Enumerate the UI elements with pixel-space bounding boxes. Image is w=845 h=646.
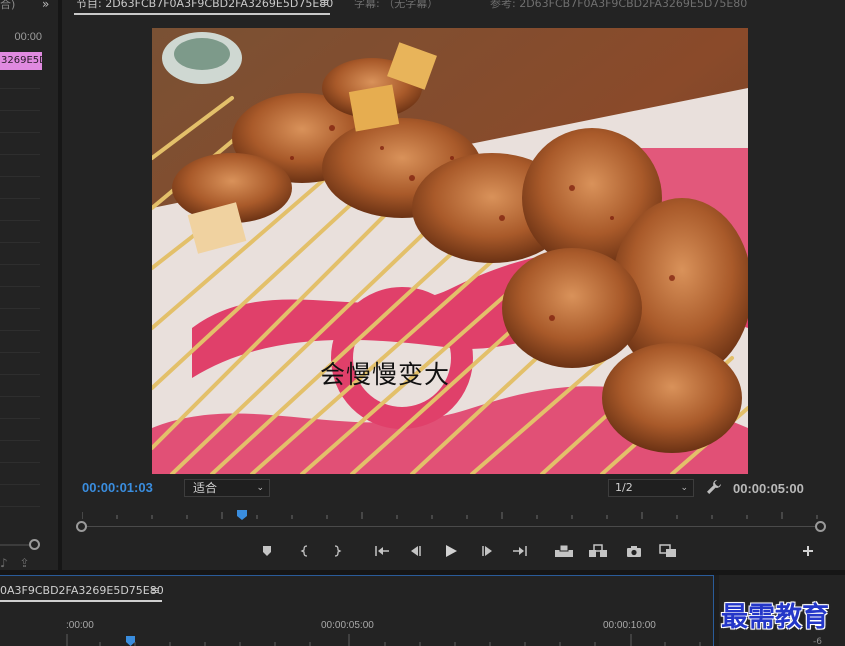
zoom-level-value: 适合 xyxy=(193,481,218,495)
export-frame-button[interactable] xyxy=(622,540,646,562)
step-back-button[interactable] xyxy=(404,540,428,562)
divider xyxy=(0,506,40,507)
zoom-scroll-track[interactable] xyxy=(82,526,820,527)
camera-icon xyxy=(627,545,641,557)
playhead-marker-icon[interactable] xyxy=(236,509,248,521)
add-marker-icon xyxy=(263,546,271,556)
divider xyxy=(0,396,40,397)
divider xyxy=(0,220,40,221)
divider xyxy=(0,308,40,309)
monitor-time-ruler[interactable] xyxy=(82,506,822,536)
source-clip[interactable]: 3269E5D xyxy=(0,52,42,70)
comparison-view-button[interactable] xyxy=(656,540,680,562)
divider xyxy=(0,330,40,331)
divider xyxy=(0,198,40,199)
panel-timecode: 00:00 xyxy=(14,31,42,43)
divider xyxy=(0,374,40,375)
audio-meter-panel: 最需教育 -6 xyxy=(719,575,845,646)
video-frame[interactable]: 会慢慢变大 xyxy=(152,28,748,474)
skewers-image xyxy=(152,28,748,474)
go-to-in-icon xyxy=(375,546,389,556)
panel-title: 合​) xyxy=(0,0,16,11)
transport-controls xyxy=(62,540,845,564)
tab-program[interactable]: 节目: 2D63FCB7F0A3F9CBD2FA3269E5D75E80 xyxy=(76,0,333,11)
zoom-scroll-left-handle[interactable] xyxy=(76,521,87,532)
chevron-down-icon: ⌄ xyxy=(680,483,688,493)
ruler-label-10s: 00:00:10:00 xyxy=(603,620,656,631)
mark-in-icon xyxy=(300,545,308,557)
tab-captions[interactable]: 字幕: （无字幕） xyxy=(354,0,438,11)
active-tab-indicator xyxy=(74,13,330,15)
mark-out-button[interactable] xyxy=(325,540,349,562)
tab-reference[interactable]: 参考: 2D63FCB7F0A3F9CBD2FA3269E5D75E80 xyxy=(490,0,747,11)
share-icon[interactable]: ⇪ xyxy=(20,556,30,570)
step-forward-icon xyxy=(482,546,492,556)
timeline-playhead-icon[interactable] xyxy=(125,635,136,646)
go-to-out-button[interactable] xyxy=(508,540,532,562)
extract-button[interactable] xyxy=(586,540,610,562)
tab-menu-icon[interactable]: ≡ xyxy=(320,0,329,9)
divider xyxy=(0,176,40,177)
divider xyxy=(0,462,40,463)
extract-icon xyxy=(589,544,607,557)
divider xyxy=(0,88,40,89)
panel-overflow-chevron-icon[interactable]: » xyxy=(42,0,49,11)
divider xyxy=(0,418,40,419)
step-back-icon xyxy=(411,546,421,556)
divider xyxy=(0,154,40,155)
play-button[interactable] xyxy=(439,540,463,562)
divider xyxy=(0,264,40,265)
panel-footer-icons: ♪ ⇪ xyxy=(0,556,30,570)
sequence-tab-menu-icon[interactable]: ≡ xyxy=(151,584,160,597)
comparison-view-icon xyxy=(659,544,676,557)
active-tab-indicator xyxy=(0,600,162,602)
panel-zoom-handle[interactable] xyxy=(29,539,40,550)
chevron-down-icon: ⌄ xyxy=(256,483,264,493)
divider xyxy=(0,286,40,287)
button-editor-add-button[interactable] xyxy=(796,540,820,562)
lift-button[interactable] xyxy=(552,540,576,562)
divider xyxy=(0,440,40,441)
timeline-panel: 0A3F9CBD2FA3269E5D75E80 ≡ :00:00 00:00:0… xyxy=(0,575,714,646)
mark-in-button[interactable] xyxy=(293,540,317,562)
step-forward-button[interactable] xyxy=(475,540,499,562)
go-to-out-icon xyxy=(513,546,527,556)
go-to-in-button[interactable] xyxy=(370,540,394,562)
play-icon xyxy=(446,545,457,557)
zoom-level-select[interactable]: 适合 ⌄ xyxy=(184,479,270,497)
program-monitor: 节目: 2D63FCB7F0A3F9CBD2FA3269E5D75E80 ≡ 字… xyxy=(62,0,845,570)
divider xyxy=(0,484,40,485)
lift-icon xyxy=(555,544,573,557)
meter-db-label: -6 xyxy=(813,637,822,646)
ruler-label-start: :00:00 xyxy=(66,620,94,631)
ruler-label-5s: 00:00:05:00 xyxy=(321,620,374,631)
watermark-logo: 最需教育 xyxy=(721,602,829,633)
monitor-tab-bar: 节目: 2D63FCB7F0A3F9CBD2FA3269E5D75E80 ≡ 字… xyxy=(62,0,845,14)
project-panel: 合​) » 00:00 3269E5D ♪ ⇪ xyxy=(0,0,58,570)
mark-out-icon xyxy=(334,545,342,557)
wrench-icon[interactable] xyxy=(706,479,722,495)
add-marker-button[interactable] xyxy=(255,540,279,562)
playhead-timecode[interactable]: 00:00:01:03 xyxy=(82,480,153,495)
divider xyxy=(0,242,40,243)
sequence-duration: 00:00:05:00 xyxy=(733,481,804,496)
divider xyxy=(0,132,40,133)
music-note-icon[interactable]: ♪ xyxy=(0,556,8,570)
video-caption-text: 会慢慢变大 xyxy=(320,360,451,389)
divider xyxy=(0,110,40,111)
divider xyxy=(0,352,40,353)
zoom-scroll-right-handle[interactable] xyxy=(815,521,826,532)
sequence-tab[interactable]: 0A3F9CBD2FA3269E5D75E80 xyxy=(0,584,164,597)
playback-resolution-select[interactable]: 1/2 ⌄ xyxy=(608,479,694,497)
playback-resolution-value: 1/2 xyxy=(615,481,633,494)
plus-icon xyxy=(803,546,813,556)
